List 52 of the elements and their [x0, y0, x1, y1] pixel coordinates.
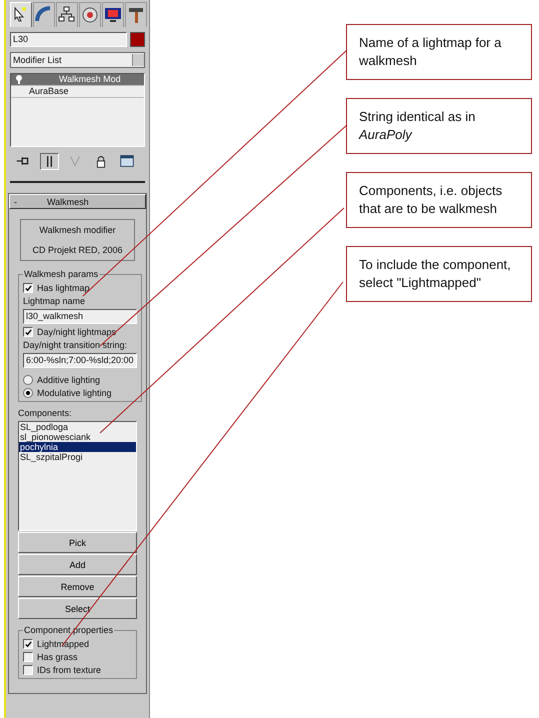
stack-view-icon [45, 154, 54, 168]
radio-button[interactable] [23, 375, 33, 385]
component-item[interactable]: sl_pionowesciank [19, 432, 136, 442]
components-label: Components: [18, 408, 73, 418]
transition-string-field[interactable]: 6:00-%sln;7:00-%sld;20:00 [23, 353, 137, 368]
callout-box: Components, i.e. objects that are to be walkmesh [346, 172, 532, 228]
component-button[interactable]: Pick [18, 532, 137, 553]
checkbox[interactable] [23, 327, 33, 337]
radio-button[interactable] [23, 388, 33, 398]
component-item[interactable]: pochylnia [19, 442, 136, 452]
stack-item[interactable]: AuraBase [11, 86, 144, 98]
checkbox-label: Day/night lightmaps [37, 327, 116, 337]
checkbox-label: Lightmapped [37, 639, 90, 649]
monitor-icon [103, 5, 123, 25]
checkbox-label: Has grass [37, 652, 78, 662]
wheel-icon [80, 5, 100, 25]
panel-tab[interactable] [102, 2, 124, 27]
group-title: Walkmesh params [23, 269, 100, 279]
callout-box: To include the component, select "Lightmapped" [346, 246, 532, 302]
hammer-icon [126, 5, 146, 25]
component-item[interactable]: SL_szpitalProgi [19, 452, 136, 462]
object-name-field[interactable]: L30 [10, 32, 127, 47]
panel-tab[interactable] [79, 2, 101, 27]
info-text: Walkmesh modifier [39, 225, 116, 235]
panel-tab[interactable] [56, 2, 78, 27]
rollout-header[interactable]: - Walkmesh [9, 194, 146, 209]
stack-item[interactable]: Walkmesh Mod [11, 74, 144, 86]
group-title: Component properties [23, 625, 114, 635]
modifier-list-dropdown[interactable]: Modifier List [10, 52, 145, 68]
lightmap-name-field[interactable]: l30_walkmesh [23, 309, 137, 324]
bulb-icon [15, 75, 23, 84]
field-label: Day/night transition string: [23, 340, 128, 350]
field-label: Lightmap name [23, 296, 86, 306]
callout-box: String identical as in AuraPoly [346, 98, 532, 154]
component-button[interactable]: Add [18, 554, 137, 575]
checkbox[interactable] [23, 652, 33, 662]
radio-label: Additive lighting [37, 375, 100, 385]
radio-label: Modulative lighting [37, 388, 112, 398]
checkbox[interactable] [23, 283, 33, 293]
checkbox[interactable] [23, 665, 33, 675]
component-item[interactable]: SL_podloga [19, 422, 136, 432]
info-text: CD Projekt RED, 2006 [32, 245, 123, 255]
object-color-swatch[interactable] [130, 32, 145, 47]
checkbox[interactable] [23, 639, 33, 649]
panel-tab[interactable] [125, 2, 147, 27]
callout-box: Name of a lightmap for a walkmesh [346, 24, 532, 80]
stack-tool-button[interactable] [40, 152, 59, 170]
component-button[interactable]: Select [18, 598, 137, 619]
checkbox-label: Has lightmap [37, 283, 90, 293]
component-button[interactable]: Remove [18, 576, 137, 597]
config-icon [118, 152, 136, 170]
checkbox-label: IDs from texture [37, 665, 102, 675]
